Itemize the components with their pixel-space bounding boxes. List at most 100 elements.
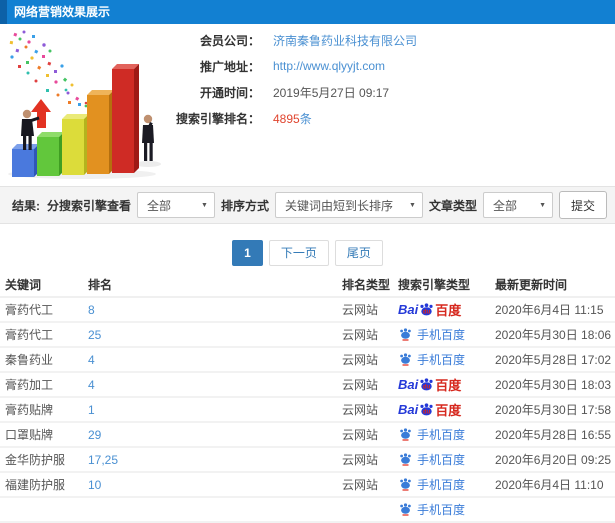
last-page-button[interactable]: 尾页 [334,240,383,266]
updated-cell: 2020年5月30日 17:58 [495,403,612,417]
company-label: 会员公司： [199,33,260,48]
keyword-cell: 膏药代工 [5,328,54,342]
info-row-rank: 搜索引擎排名： 4895条 [148,105,417,131]
rank-link[interactable]: 29 [88,428,101,442]
mobile-baidu-paw-icon [400,478,411,491]
filter-bar: 结果: 分搜索引擎查看 全部 ▼ 排序方式 关键词由短到长排序 ▼ 文章类型 全… [0,186,615,224]
next-page-button[interactable]: 下一页 [268,240,329,266]
info-row-open-time: 开通时间： 2019年5月27日 09:17 [148,79,417,105]
confetti-dots [9,30,88,108]
bar-orange [87,90,114,174]
engine-cell: Bai du 百度 手机百度 [398,476,495,493]
baidu-cn-text: 百度 [435,403,462,418]
baidu-paw-icon: du [420,378,433,391]
company-link[interactable]: 济南秦鲁药业科技有限公司 [273,34,417,48]
updated-cell: 2020年5月28日 16:55 [495,428,612,442]
result-label: 结果: [12,198,40,213]
table-row: 膏药加工 4 云网站 Bai du 百度 手机百度 2020年5月30日 18:… [0,373,615,398]
bar-red [112,64,139,173]
keyword-cell: 膏药贴牌 [5,403,54,417]
article-type-label: 文章类型 [428,198,477,213]
chevron-down-icon: ▼ [201,202,208,209]
keyword-cell: 膏药加工 [5,378,54,392]
rank-link[interactable]: 25 [88,328,101,342]
mobile-baidu-text: 手机百度 [417,503,466,517]
rank-link[interactable]: 17,25 [88,453,118,467]
baidu-cn-text: 百度 [435,378,462,393]
rank-type-cell: 云网站 [342,428,379,442]
updated-cell: 2020年5月30日 18:06 [495,328,612,342]
engine-cell: Bai du 百度 手机百度 [398,300,495,319]
sort-label: 排序方式 [220,198,269,213]
bar-green [37,132,64,176]
mobile-baidu-logo: 手机百度 [398,501,465,518]
promotion-url-link[interactable]: http://www.qlyyjt.com [273,59,385,73]
open-time-label: 开通时间： [199,85,260,100]
updated-cell: 2020年6月4日 11:15 [495,303,604,317]
svg-text:du: du [423,409,431,415]
rank-type-cell: 云网站 [342,453,379,467]
mobile-baidu-logo: 手机百度 [398,351,465,368]
mobile-baidu-text: 手机百度 [417,353,466,367]
titlebar-accent [0,0,7,24]
baidu-bai-text: Bai [398,402,419,417]
rank-type-cell: 云网站 [342,403,379,417]
engine-view-select[interactable]: 全部 ▼ [136,192,215,218]
rank-total-count: 4895 [273,111,300,126]
svg-text:du: du [423,384,431,390]
engine-cell: Bai du 百度 手机百度 [398,501,495,518]
mobile-baidu-paw-icon [400,328,411,341]
url-label: 推广地址： [199,59,260,74]
rank-link[interactable]: 1 [88,403,95,417]
engine-cell: Bai du 百度 手机百度 [398,351,495,368]
baidu-paw-icon: du [420,403,433,416]
baidu-bai-text: Bai [398,302,419,317]
mobile-baidu-text: 手机百度 [417,428,466,442]
engine-view-selected: 全部 [146,198,171,213]
mobile-baidu-paw-icon [400,428,411,441]
growth-chart-illustration [8,30,161,179]
updated-cell: 2020年5月28日 17:02 [495,353,612,367]
rank-link[interactable]: 4 [88,378,95,392]
mobile-baidu-logo: 手机百度 [398,476,465,493]
engine-cell: Bai du 百度 手机百度 [398,426,495,443]
col-header-keyword: 关键词 [5,277,42,292]
mobile-baidu-logo: 手机百度 [398,426,465,443]
rank-type-cell: 云网站 [342,378,379,392]
table-row: 膏药代工 25 云网站 Bai du 百度 手机百度 2020年5月30日 18… [0,323,615,348]
bar-yellow [62,114,89,175]
chevron-down-icon: ▼ [539,202,546,209]
table-header-row: 关键词 排名 排名类型 搜索引擎类型 最新更新时间 [0,272,615,298]
keyword-cell: 福建防护服 [5,478,66,492]
sort-select[interactable]: 关键词由短到长排序 ▼ [274,192,423,218]
updated-cell: 2020年6月20日 09:25 [495,453,612,467]
mobile-baidu-logo: 手机百度 [398,451,465,468]
page-title: 网络营销效果展示 [14,5,111,19]
submit-button[interactable]: 提交 [559,191,607,219]
baidu-logo: Bai du 百度 [398,300,461,319]
up-arrow [31,99,51,128]
keyword-cell: 秦鲁药业 [5,353,54,367]
info-row-url: 推广地址： http://www.qlyyjt.com [148,53,417,79]
baidu-paw-icon: du [420,303,433,316]
updated-cell: 2020年6月4日 11:10 [495,478,604,492]
svg-text:du: du [423,309,431,315]
article-type-select[interactable]: 全部 ▼ [483,192,553,218]
engine-cell: Bai du 百度 手机百度 [398,400,495,419]
mobile-baidu-paw-icon [400,503,411,516]
updated-cell: 2020年5月30日 18:03 [495,378,612,392]
rank-link[interactable]: 10 [88,478,101,492]
sort-selected: 关键词由短到长排序 [284,198,393,213]
table-row: 金华防护服 17,25 云网站 Bai du 百度 手机百度 2020年6月20… [0,448,615,473]
table-row: 口罩贴牌 29 云网站 Bai du 百度 手机百度 2020年5月28日 16… [0,423,615,448]
keyword-cell: 口罩贴牌 [5,428,54,442]
rank-type-cell: 云网站 [342,328,379,342]
open-time-value: 2019年5月27日 09:17 [273,85,390,100]
rank-link[interactable]: 4 [88,353,95,367]
rank-total-unit: 条 [299,111,312,126]
rank-link[interactable]: 8 [88,303,95,317]
page-number-current[interactable]: 1 [232,240,263,266]
table-row: 秦鲁药业 4 云网站 Bai du 百度 手机百度 2020年5月28日 17:… [0,348,615,373]
baidu-bai-text: Bai [398,377,419,392]
mobile-baidu-paw-icon [400,453,411,466]
